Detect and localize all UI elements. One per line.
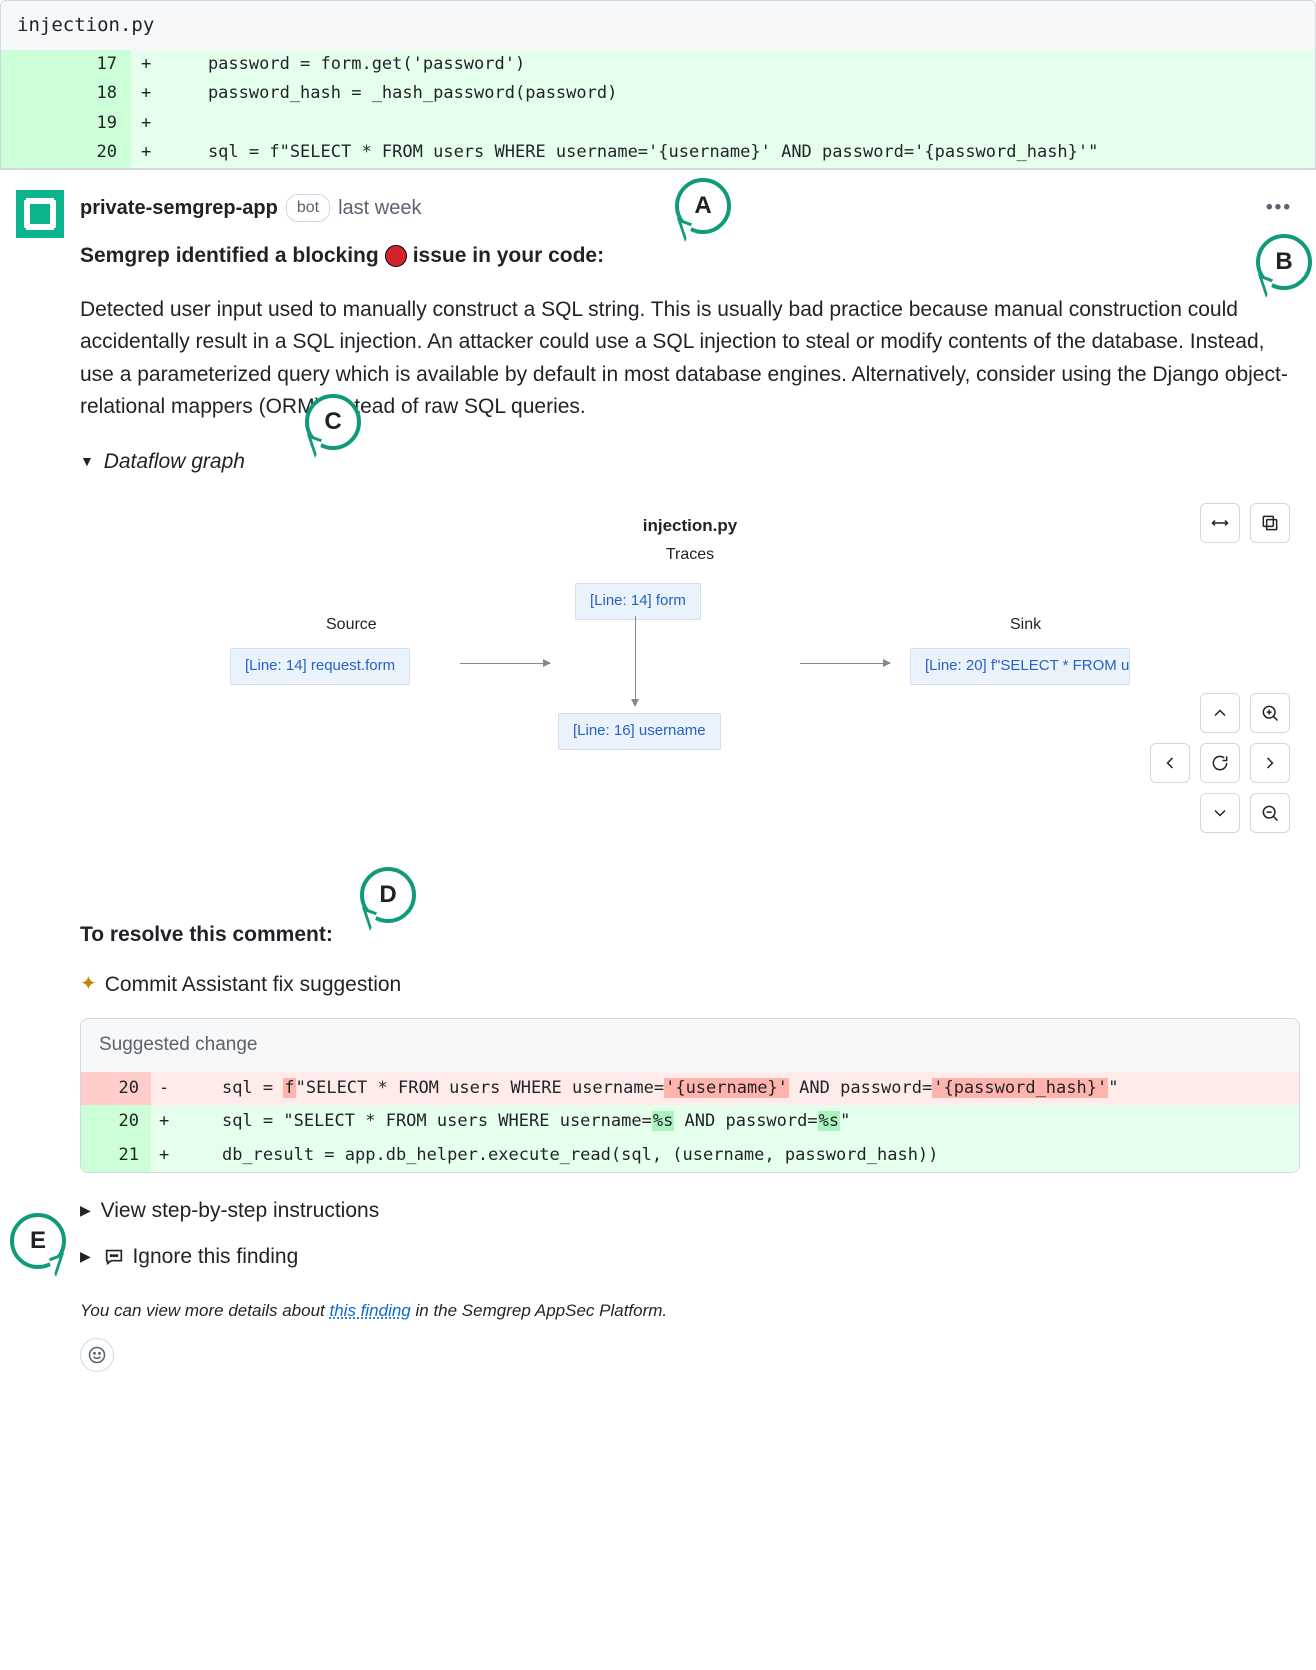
sparkle-icon: ✦ [80,969,97,999]
comment-icon [103,1246,125,1268]
disclosure-triangle-right-icon: ▶ [80,1246,91,1267]
graph-arrow-down [635,616,636,706]
chevron-left-icon [1160,753,1180,773]
comment-menu-button[interactable]: ••• [1258,190,1300,227]
diff-line-added: 21 + db_result = app.db_helper.execute_r… [81,1139,1299,1173]
resolve-heading: To resolve this comment: D [80,919,1300,951]
this-finding-link[interactable]: this finding [329,1301,410,1320]
graph-nav-down[interactable] [1200,793,1240,833]
graph-nav-left[interactable] [1150,743,1190,783]
graph-file: injection.py [643,513,737,539]
graph-source-label: Source [326,613,377,637]
graph-node-mid-top[interactable]: [Line: 14] form [575,583,701,620]
issue-heading-post: issue in your code: [413,240,604,272]
smiley-icon [87,1345,107,1365]
chevron-right-icon [1260,753,1280,773]
bot-badge: bot [286,194,330,222]
avatar [16,190,64,238]
ignore-finding-label: Ignore this finding [132,1245,298,1268]
graph-arrow [800,663,890,664]
comment: private-semgrep-app bot last week ••• Se… [0,169,1316,1392]
diff-line-added: 17+ password = form.get('password') [1,50,1315,80]
diff-line-added: 20 + sql = "SELECT * FROM users WHERE us… [81,1105,1299,1139]
copy-icon [1260,513,1280,533]
graph-fit-button[interactable] [1200,503,1240,543]
callout-e: E [30,1223,46,1259]
chevron-up-icon [1210,703,1230,723]
zoom-in-icon [1260,703,1280,723]
disclosure-triangle-down-icon: ▼ [80,451,94,472]
graph-nav-right[interactable] [1250,743,1290,783]
graph-sink-label: Sink [1010,613,1041,637]
suggested-change: Suggested change 20 - sql = f"SELECT * F… [80,1018,1300,1173]
diff-file-name: injection.py [1,1,1315,50]
diff-line-added: 19+ [1,109,1315,139]
disclosure-triangle-right-icon: ▶ [80,1200,91,1221]
diff-line-added: 20+ sql = f"SELECT * FROM users WHERE us… [1,138,1315,168]
dataflow-graph: injection.py Traces Source Sink [Line: 1… [80,493,1300,893]
graph-zoom-in[interactable] [1250,693,1290,733]
diff-line-added: 18+ password_hash = _hash_password(passw… [1,79,1315,109]
view-steps-label: View step-by-step instructions [101,1199,380,1222]
graph-zoom-out[interactable] [1250,793,1290,833]
add-reaction-button[interactable] [80,1338,114,1372]
dataflow-label: Dataflow graph [104,450,245,473]
refresh-icon [1210,753,1230,773]
issue-heading-pre: Semgrep identified a blocking [80,240,379,272]
graph-node-mid-bottom[interactable]: [Line: 16] username [558,713,721,750]
issue-description: Detected user input used to manually con… [80,294,1300,424]
view-steps-toggle[interactable]: ▶ View step-by-step instructions [80,1199,379,1222]
arrows-horizontal-icon [1210,513,1230,533]
ignore-finding-toggle[interactable]: ▶ Ignore this finding [80,1245,298,1268]
comment-time[interactable]: last week [338,193,421,223]
graph-node-source[interactable]: [Line: 14] request.form [230,648,410,685]
suggested-change-header: Suggested change [81,1019,1299,1072]
graph-reset[interactable] [1200,743,1240,783]
chevron-down-icon [1210,803,1230,823]
graph-arrow [460,663,550,664]
graph-copy-button[interactable] [1250,503,1290,543]
zoom-out-icon [1260,803,1280,823]
graph-nav-up[interactable] [1200,693,1240,733]
blocking-severity-icon [385,245,407,267]
assistant-suggestion-label: ✦ Commit Assistant fix suggestion [80,969,1300,1001]
graph-node-sink[interactable]: [Line: 20] f"SELECT * FROM u [910,648,1130,685]
comment-author[interactable]: private-semgrep-app [80,193,278,223]
diff-line-deleted: 20 - sql = f"SELECT * FROM users WHERE u… [81,1072,1299,1106]
dataflow-toggle[interactable]: ▼ Dataflow graph [80,450,245,473]
issue-heading: Semgrep identified a blocking issue in y… [80,240,1300,272]
graph-traces-label: Traces [666,543,714,567]
diff-container: injection.py 17+ password = form.get('pa… [0,0,1316,169]
footer-note: You can view more details about this fin… [80,1298,1300,1324]
